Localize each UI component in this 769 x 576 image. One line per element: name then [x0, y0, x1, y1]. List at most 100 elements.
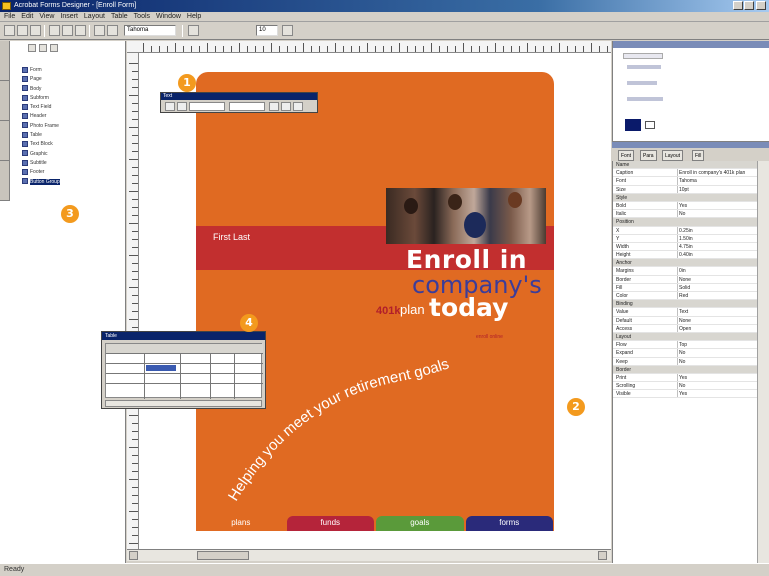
property-value[interactable]: 0in	[679, 267, 686, 274]
property-row[interactable]: Size 10pt	[613, 185, 769, 194]
bold-icon[interactable]	[165, 102, 175, 111]
tree-item[interactable]: Text Block	[22, 140, 122, 149]
property-value[interactable]: Yes	[679, 374, 687, 381]
tab-layout[interactable]: Layout	[662, 150, 684, 161]
italic-icon[interactable]	[177, 102, 187, 111]
tab-fill[interactable]: Fill	[692, 150, 705, 161]
property-row[interactable]: Access Open	[613, 324, 769, 333]
property-value[interactable]: Top	[679, 341, 687, 348]
property-row[interactable]: X 0.25in	[613, 226, 769, 235]
tree-item[interactable]: Button Group	[22, 178, 122, 187]
tab-font[interactable]: Font	[618, 150, 635, 161]
property-row[interactable]: Print Yes	[613, 373, 769, 383]
property-category[interactable]: Binding	[613, 300, 769, 309]
tree-item[interactable]: Text Field	[22, 103, 122, 112]
library-item[interactable]	[627, 97, 663, 101]
menu-item-edit[interactable]: Edit	[21, 13, 33, 20]
property-value[interactable]: Yes	[679, 202, 687, 209]
menu-item-window[interactable]: Window	[156, 13, 181, 20]
panel-tab-library[interactable]	[0, 81, 10, 121]
close-button[interactable]	[756, 1, 766, 10]
footer-tab-goals[interactable]: goals	[376, 516, 464, 531]
property-value[interactable]: No	[679, 358, 685, 365]
property-value[interactable]: Tahoma	[679, 177, 697, 184]
align-center-icon[interactable]	[281, 102, 291, 111]
property-value[interactable]: 10pt	[679, 186, 689, 193]
property-row[interactable]: Y 1.50in	[613, 234, 769, 243]
tree-item[interactable]: Footer	[22, 168, 122, 177]
scroll-thumb[interactable]	[197, 551, 249, 560]
tab-para[interactable]: Para	[640, 150, 657, 161]
maximize-button[interactable]	[744, 1, 754, 10]
property-row[interactable]: Fill Solid	[613, 283, 769, 292]
property-value[interactable]: Enroll in company's 401k plan	[679, 169, 745, 176]
property-row[interactable]: Keep No	[613, 357, 769, 366]
tree-item[interactable]: Form	[22, 66, 122, 75]
minimize-button[interactable]	[733, 1, 743, 10]
property-row[interactable]: Visible Yes	[613, 390, 769, 399]
table-selected-cell[interactable]	[146, 365, 176, 371]
property-row[interactable]: Default None	[613, 316, 769, 325]
library-thumbnail[interactable]	[645, 121, 655, 129]
font-select[interactable]: Tahoma	[124, 25, 176, 36]
property-value[interactable]: No	[679, 382, 685, 389]
tree-item[interactable]: Graphic	[22, 150, 122, 159]
menu-item-file[interactable]: File	[4, 13, 15, 20]
tree-item[interactable]: Body	[22, 85, 122, 94]
property-value[interactable]: Solid	[679, 284, 690, 291]
open-icon[interactable]	[17, 25, 28, 36]
property-category[interactable]: Layout	[613, 332, 769, 342]
new-icon[interactable]	[4, 25, 15, 36]
property-value[interactable]: None	[679, 317, 691, 324]
library-item[interactable]	[623, 53, 663, 59]
panel-tab-hierarchy[interactable]	[0, 41, 10, 81]
property-value[interactable]: Text	[679, 308, 688, 315]
menu-item-insert[interactable]: Insert	[60, 13, 78, 20]
expand-icon[interactable]	[28, 44, 36, 52]
footer-tab-funds[interactable]: funds	[286, 516, 374, 531]
property-value[interactable]: None	[679, 276, 691, 283]
menu-item-view[interactable]: View	[39, 13, 54, 20]
menu-item-tools[interactable]: Tools	[134, 13, 150, 20]
property-row[interactable]: Color Red	[613, 292, 769, 301]
scroll-right-arrow-icon[interactable]	[598, 551, 607, 560]
property-category[interactable]: Border	[613, 365, 769, 374]
property-row[interactable]: Expand No	[613, 349, 769, 358]
tree-item[interactable]: Page	[22, 75, 122, 84]
property-row[interactable]: Margins 0in	[613, 267, 769, 276]
panel-tab-layers[interactable]	[0, 161, 10, 201]
property-row[interactable]: Flow Top	[613, 341, 769, 350]
zoom-icon[interactable]	[282, 25, 293, 36]
properties-scrollbar[interactable]	[757, 161, 769, 563]
menu-item-table[interactable]: Table	[111, 13, 128, 20]
tree-item[interactable]: Subform	[22, 94, 122, 103]
delete-icon[interactable]	[50, 44, 58, 52]
property-row[interactable]: Scrolling No	[613, 382, 769, 391]
footer-tab-forms[interactable]: forms	[465, 516, 553, 531]
footer-tab-plans[interactable]: plans	[197, 516, 285, 531]
property-row[interactable]: Border None	[613, 275, 769, 284]
property-row[interactable]: Italic No	[613, 210, 769, 219]
property-category[interactable]: Position	[613, 218, 769, 227]
library-item[interactable]	[627, 65, 661, 69]
property-value[interactable]: 0.40in	[679, 251, 693, 258]
table-editor-dialog[interactable]: Table	[101, 331, 266, 409]
redo-icon[interactable]	[107, 25, 118, 36]
property-value[interactable]: No	[679, 210, 685, 217]
property-row[interactable]: Font Tahoma	[613, 177, 769, 186]
menu-item-help[interactable]: Help	[187, 13, 201, 20]
property-value[interactable]: Yes	[679, 390, 687, 397]
paste-icon[interactable]	[75, 25, 86, 36]
property-row[interactable]: Bold Yes	[613, 201, 769, 211]
property-category[interactable]: Name	[613, 161, 769, 170]
property-row[interactable]: Value Text	[613, 308, 769, 317]
document-page[interactable]: First Last Enroll in company's 401k plan…	[196, 72, 554, 531]
tree-item[interactable]: Table	[22, 131, 122, 140]
property-value[interactable]: Red	[679, 292, 688, 299]
size-select[interactable]	[229, 102, 265, 111]
copy-icon[interactable]	[62, 25, 73, 36]
style-select[interactable]	[189, 102, 225, 111]
collapse-icon[interactable]	[39, 44, 47, 52]
property-row[interactable]: Width 4.75in	[613, 242, 769, 252]
property-value[interactable]: 1.50in	[679, 235, 693, 242]
